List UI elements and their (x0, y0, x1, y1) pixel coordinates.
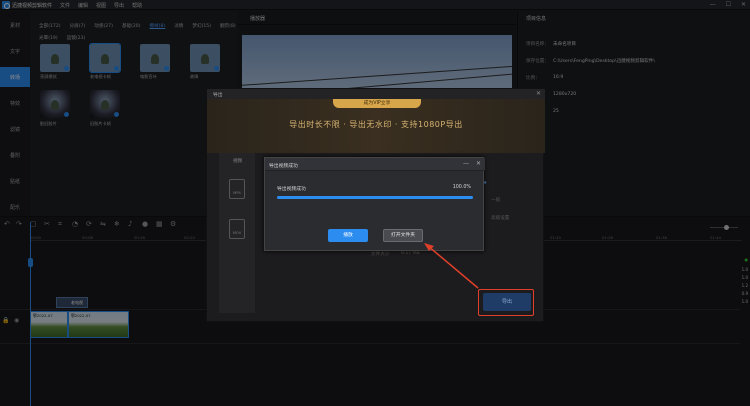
quality-value: 一般 (491, 198, 501, 203)
mp4-format-icon[interactable]: MP4 (229, 179, 245, 199)
close-icon[interactable]: ✕ (476, 160, 481, 167)
success-dialog-title: 导出视频成功 (269, 164, 298, 169)
file-size-value: 9.17 MB (401, 251, 420, 256)
close-icon[interactable]: ✕ (536, 90, 541, 97)
export-success-dialog: 导出视频成功 — ✕ 导出视频成功 100.0% 播放 打开文件夹 (264, 157, 485, 251)
export-percent: 100.0% (452, 185, 471, 190)
advanced-settings-button[interactable]: 高级设置 (491, 215, 509, 221)
export-dialog-title: 导出 (213, 93, 223, 98)
file-size-label: 文件大小 (371, 252, 390, 257)
export-dialog-header: 导出 ✕ (207, 89, 545, 99)
progress-fill (277, 196, 473, 199)
vip-banner[interactable]: 成为VIP立享 导出时长不限 · 导出无水印 · 支持1080P导出 (207, 99, 545, 153)
vip-banner-text: 导出时长不限 · 导出无水印 · 支持1080P导出 (289, 120, 463, 129)
mov-format-icon[interactable]: MOV (229, 219, 245, 239)
play-button[interactable]: 播放 (328, 229, 368, 242)
highlight-box (478, 289, 534, 316)
export-video-label: 视频 (233, 159, 243, 164)
export-format-sidebar: 视频 MP4 MOV (219, 153, 255, 313)
export-status-text: 导出视频成功 (277, 187, 306, 192)
vip-badge[interactable]: 成为VIP立享 (333, 99, 421, 108)
minimize-icon[interactable]: — (463, 160, 469, 167)
open-folder-button[interactable]: 打开文件夹 (383, 229, 423, 242)
success-dialog-header: 导出视频成功 — ✕ (265, 158, 485, 171)
export-progress-bar (277, 196, 473, 199)
